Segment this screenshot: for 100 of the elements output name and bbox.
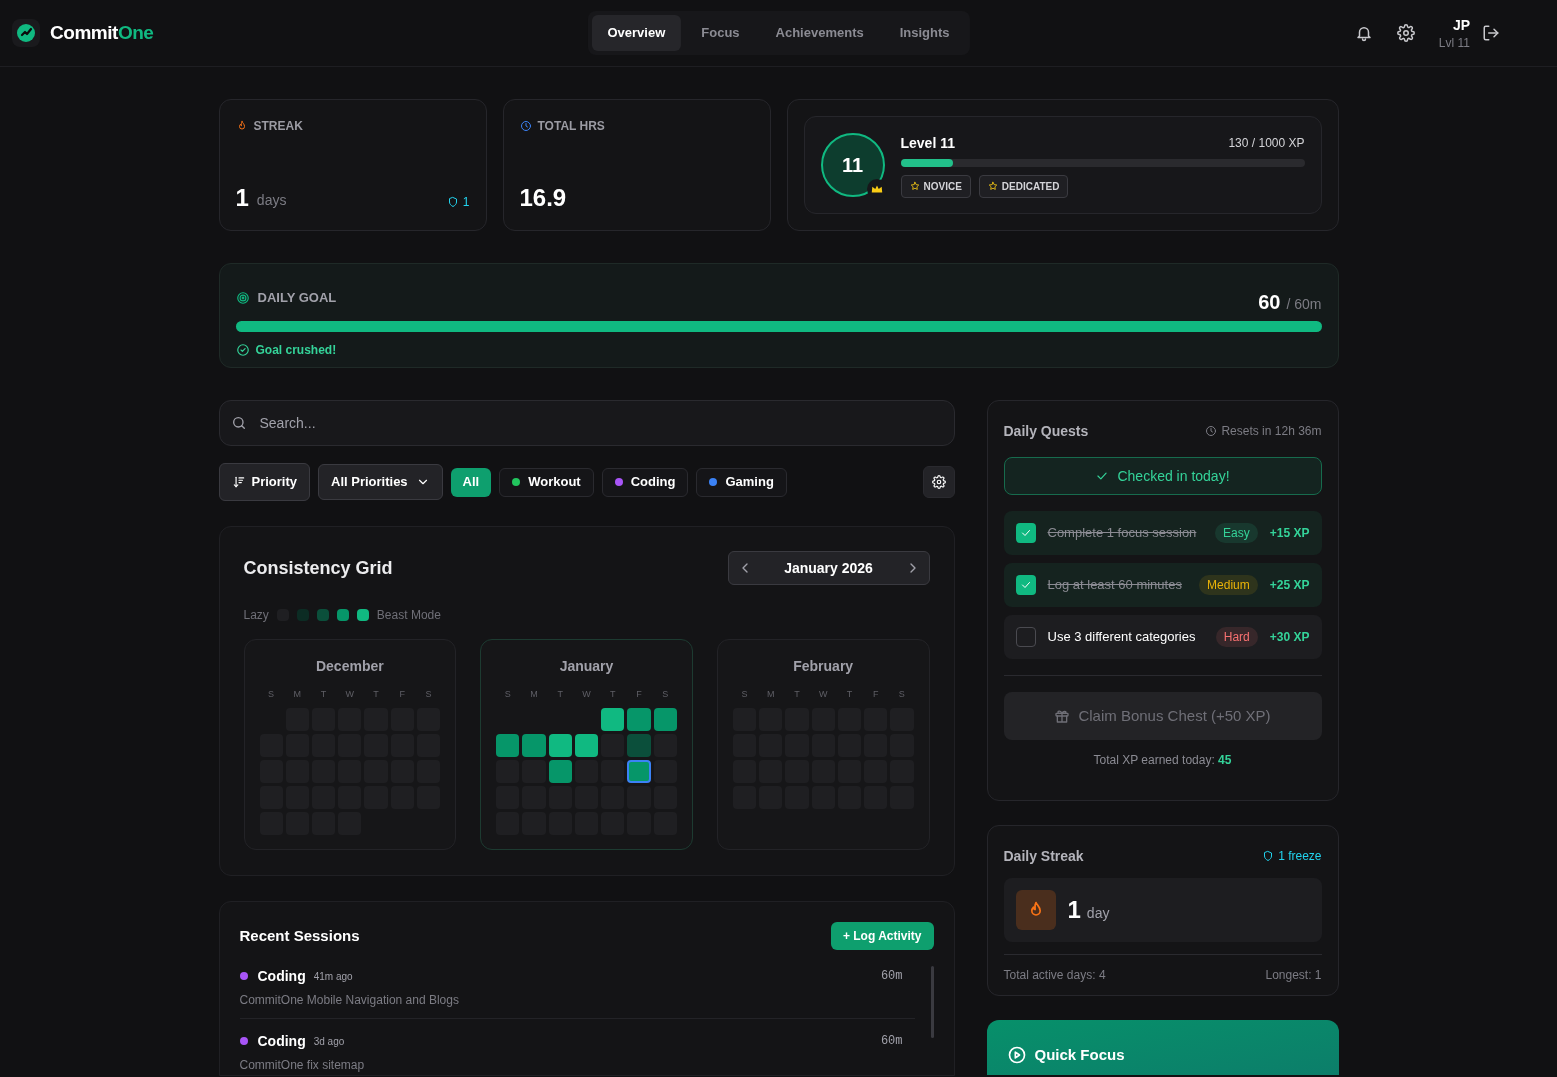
sort-button[interactable]: Priority bbox=[218, 463, 310, 501]
star-icon bbox=[909, 181, 920, 191]
shield-icon bbox=[1262, 850, 1275, 862]
notifications-button[interactable] bbox=[1354, 24, 1373, 42]
session-category: Coding bbox=[257, 1032, 306, 1051]
user-level: Lvl 11 bbox=[1438, 35, 1470, 51]
reset-timer: Resets in 12h 36m bbox=[1221, 423, 1322, 439]
check-in-text: Checked in today! bbox=[1117, 467, 1230, 486]
weekday-label: S bbox=[897, 688, 906, 701]
quest-text: Complete 1 focus session bbox=[1047, 524, 1198, 542]
nav-tab[interactable]: Insights bbox=[883, 15, 966, 51]
freeze-count: 1 freeze bbox=[1278, 848, 1322, 864]
sort-icon bbox=[231, 475, 246, 489]
weekday-label: W bbox=[344, 688, 356, 701]
streak-value: 1 bbox=[235, 186, 249, 210]
nav-tab[interactable]: Overview bbox=[591, 15, 682, 51]
quest-checkbox[interactable] bbox=[1015, 575, 1036, 595]
filter-chip[interactable]: Coding bbox=[601, 467, 689, 497]
card-title: TOTAL HRS bbox=[537, 118, 605, 134]
logout-icon bbox=[1482, 24, 1500, 42]
session-description: CommitOne fix sitemap bbox=[239, 1057, 366, 1073]
user-initials: JP bbox=[1452, 16, 1470, 35]
filter-settings-button[interactable] bbox=[922, 466, 955, 498]
difficulty-tag: Easy bbox=[1215, 523, 1258, 543]
card-title: Daily Streak bbox=[1003, 847, 1084, 866]
streak-unit: days bbox=[256, 191, 287, 210]
card-title: Recent Sessions bbox=[239, 925, 360, 946]
target-icon bbox=[235, 291, 250, 305]
filter-chip[interactable]: Workout bbox=[499, 467, 594, 497]
weekday-label: T bbox=[556, 688, 564, 701]
freeze-count: 1 bbox=[462, 194, 470, 210]
xp-reading: 130 / 1000 XP bbox=[1228, 134, 1305, 151]
quest-xp: +25 XP bbox=[1269, 577, 1310, 593]
rank-label: NOVICE bbox=[923, 179, 962, 194]
weekday-label: M bbox=[765, 688, 776, 701]
brand-name: CommitOne bbox=[50, 20, 154, 45]
weekday-label: F bbox=[398, 688, 407, 701]
card-title: Daily Quests bbox=[1003, 422, 1089, 441]
session-time: 3d ago bbox=[313, 1034, 345, 1049]
weekday-label: S bbox=[740, 688, 749, 701]
quest-checkbox[interactable] bbox=[1015, 627, 1036, 647]
shield-icon bbox=[446, 196, 459, 208]
card-title: STREAK bbox=[253, 118, 303, 134]
logout-button[interactable] bbox=[1482, 24, 1500, 42]
nav-tab[interactable]: Focus bbox=[685, 15, 756, 51]
quest-text: Log at least 60 minutes bbox=[1047, 576, 1183, 594]
gift-icon bbox=[1054, 708, 1071, 724]
session-duration: 60m bbox=[880, 1033, 903, 1049]
check-icon bbox=[1019, 527, 1032, 539]
weekday-label: S bbox=[503, 688, 512, 701]
settings-icon bbox=[931, 475, 946, 489]
goal-message: Goal crushed! bbox=[255, 342, 337, 358]
weekday-label: W bbox=[817, 688, 829, 701]
session-description: CommitOne Mobile Navigation and Blogs bbox=[239, 992, 460, 1008]
scrollbar bbox=[930, 966, 934, 1038]
weekday-label: T bbox=[845, 688, 854, 701]
nav-tab[interactable]: Achievements bbox=[759, 15, 880, 51]
search-field[interactable]: Search... bbox=[218, 400, 955, 446]
level-title: Level 11 bbox=[900, 133, 955, 153]
streak-unit: day bbox=[1086, 904, 1110, 923]
weekday-label: T bbox=[793, 688, 801, 701]
weekday-label: W bbox=[581, 688, 592, 701]
weekday-label: T bbox=[319, 688, 328, 701]
level-badge: 11 bbox=[820, 133, 885, 197]
clock-icon bbox=[519, 120, 532, 132]
month-name: January bbox=[558, 657, 615, 676]
clock-icon bbox=[1205, 425, 1218, 437]
difficulty-tag: Medium bbox=[1199, 575, 1258, 595]
session-time: 41m ago bbox=[313, 969, 353, 984]
streak-value: 1 bbox=[1067, 895, 1081, 925]
difficulty-tag: Hard bbox=[1215, 627, 1258, 647]
priority-dropdown[interactable]: All Priorities bbox=[318, 464, 443, 500]
weekday-label: S bbox=[661, 688, 670, 701]
hours-value: 16.9 bbox=[519, 186, 568, 213]
month-name: February bbox=[792, 657, 855, 676]
star-icon bbox=[987, 181, 998, 191]
card-title: DAILY GOAL bbox=[257, 289, 337, 308]
weekday-label: T bbox=[372, 688, 380, 701]
longest-streak: Longest: 1 bbox=[1265, 967, 1322, 983]
goal-target: / 60m bbox=[1286, 295, 1322, 314]
goal-value: 60 bbox=[1258, 290, 1281, 315]
filter-chip[interactable]: Gaming bbox=[696, 467, 787, 497]
legend-label: Beast Mode bbox=[376, 607, 441, 623]
quest-checkbox[interactable] bbox=[1015, 523, 1036, 543]
settings-button[interactable] bbox=[1396, 24, 1415, 42]
quest-text: Use 3 different categories bbox=[1047, 628, 1197, 646]
weekday-label: S bbox=[267, 688, 276, 701]
quest-xp: +30 XP bbox=[1269, 629, 1310, 645]
rank-label: DEDICATED bbox=[1001, 179, 1060, 194]
weekday-label: T bbox=[608, 688, 617, 701]
card-title: Consistency Grid bbox=[243, 557, 393, 580]
weekday-label: M bbox=[529, 688, 539, 701]
check-circle-icon bbox=[235, 343, 250, 357]
session-category: Coding bbox=[257, 967, 306, 986]
session-duration: 60m bbox=[880, 968, 903, 984]
weekday-label: F bbox=[871, 688, 880, 701]
month-label: January 2026 bbox=[783, 559, 874, 578]
active-days: Total active days: 4 bbox=[1003, 967, 1106, 983]
weekday-label: M bbox=[292, 688, 303, 701]
bell-icon bbox=[1354, 24, 1373, 42]
